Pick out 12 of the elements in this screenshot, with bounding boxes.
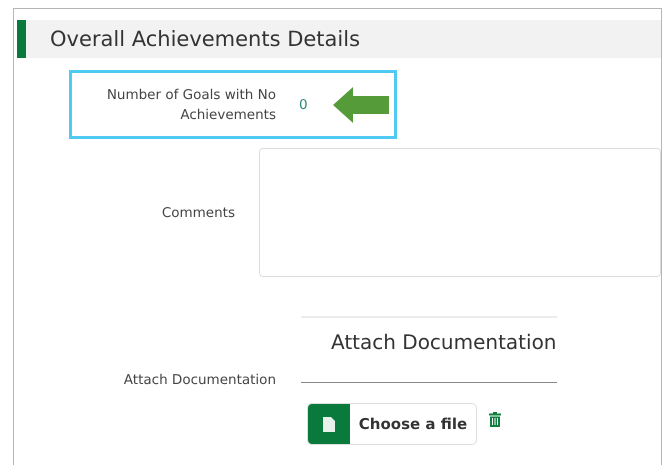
- section-title: Overall Achievements Details: [50, 27, 360, 51]
- arrow-icon: [332, 86, 389, 122]
- file-icon: [323, 416, 335, 432]
- comments-field[interactable]: [259, 148, 661, 277]
- field-label: Attach Documentation: [122, 371, 276, 390]
- field-label: Comments: [160, 204, 235, 222]
- accent-bar-icon: [17, 20, 26, 58]
- field-value: 0: [299, 96, 308, 112]
- trash-icon[interactable]: [489, 412, 501, 426]
- choose-file-button[interactable]: Choose a file: [307, 403, 477, 445]
- field-label: Number of Goals with No Achievements: [106, 86, 276, 124]
- attach-heading: Attach Documentation: [301, 316, 557, 383]
